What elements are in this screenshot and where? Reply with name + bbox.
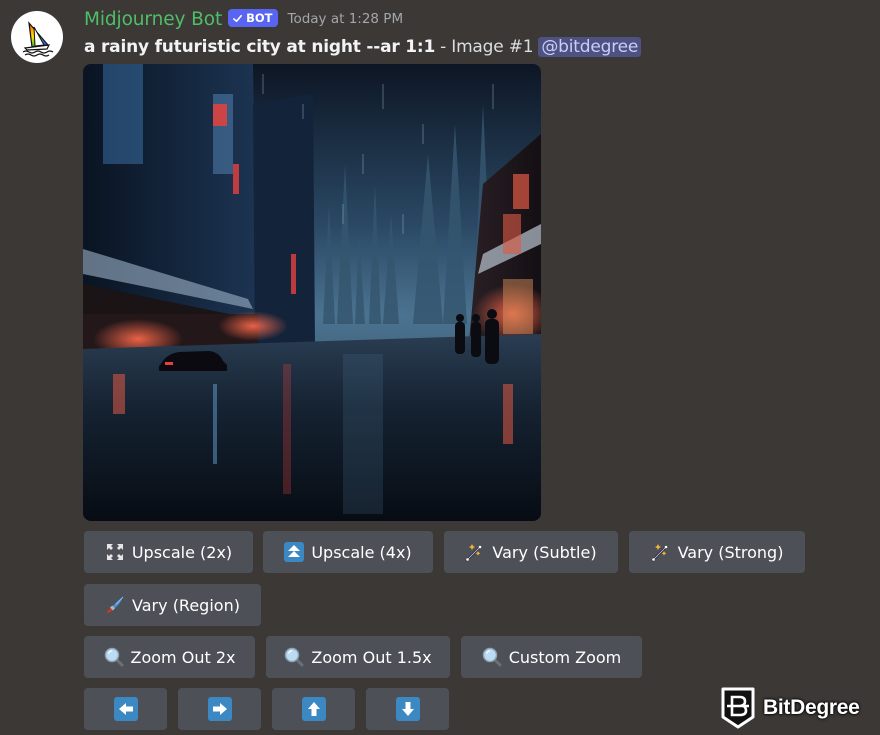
vary-subtle-button[interactable]: Vary (Subtle): [444, 531, 618, 573]
upscale-4x-label: Upscale (4x): [311, 542, 412, 562]
user-mention[interactable]: @bitdegree: [538, 37, 642, 57]
message-header: Midjourney Bot BOT Today at 1:28 PM: [84, 6, 403, 32]
zoom-out-1-5x-button[interactable]: Zoom Out 1.5x: [266, 636, 450, 678]
author-name[interactable]: Midjourney Bot: [84, 9, 222, 30]
author-avatar[interactable]: [11, 11, 63, 63]
magnifier-icon: [284, 647, 304, 667]
magnifier-icon: [104, 647, 124, 667]
upscale-2x-button[interactable]: Upscale (2x): [84, 531, 253, 573]
vary-subtle-label: Vary (Subtle): [492, 542, 597, 562]
pan-left-button[interactable]: [84, 688, 167, 730]
upscale-2x-label: Upscale (2x): [131, 542, 233, 562]
generated-image[interactable]: [83, 64, 541, 521]
custom-zoom-button[interactable]: Custom Zoom: [461, 636, 642, 678]
arrow-right-icon: [207, 697, 232, 721]
pan-up-button[interactable]: [272, 688, 355, 730]
bitdegree-shield-logo-icon: [721, 687, 755, 729]
arrow-down-icon: [395, 697, 420, 721]
arrow-left-icon: [113, 697, 138, 721]
expand-corners-icon: [105, 542, 125, 562]
pan-right-button[interactable]: [178, 688, 261, 730]
message-timestamp: Today at 1:28 PM: [287, 11, 404, 27]
sailboat-rainbow-logo-icon: [22, 21, 54, 57]
checkmark-icon: [233, 14, 243, 22]
double-up-arrow-icon: [284, 542, 305, 562]
bitdegree-watermark: BitDegree: [721, 686, 860, 730]
bot-badge: BOT: [228, 9, 278, 27]
city-scene-illustration: [83, 64, 541, 521]
vary-strong-button[interactable]: Vary (Strong): [629, 531, 805, 573]
prompt-text: a rainy futuristic city at night --ar 1:…: [84, 37, 436, 57]
custom-zoom-label: Custom Zoom: [508, 647, 622, 667]
message-content: a rainy futuristic city at night --ar 1:…: [84, 34, 642, 60]
vary-strong-label: Vary (Strong): [677, 542, 784, 562]
zoom-out-1-5x-label: Zoom Out 1.5x: [311, 647, 432, 667]
magic-wand-icon: [651, 542, 671, 562]
bot-badge-label: BOT: [246, 11, 273, 25]
watermark-text: BitDegree: [763, 696, 860, 719]
pan-down-button[interactable]: [366, 688, 449, 730]
image-label: - Image #1: [440, 37, 534, 57]
magic-wand-icon: [465, 542, 485, 562]
magnifier-icon: [482, 647, 502, 667]
zoom-out-2x-button[interactable]: Zoom Out 2x: [84, 636, 255, 678]
arrow-up-icon: [301, 697, 326, 721]
zoom-out-2x-label: Zoom Out 2x: [130, 647, 236, 667]
upscale-4x-button[interactable]: Upscale (4x): [263, 531, 433, 573]
vary-region-label: Vary (Region): [132, 595, 240, 615]
vary-region-button[interactable]: Vary (Region): [84, 584, 261, 626]
paintbrush-icon: [105, 595, 125, 615]
